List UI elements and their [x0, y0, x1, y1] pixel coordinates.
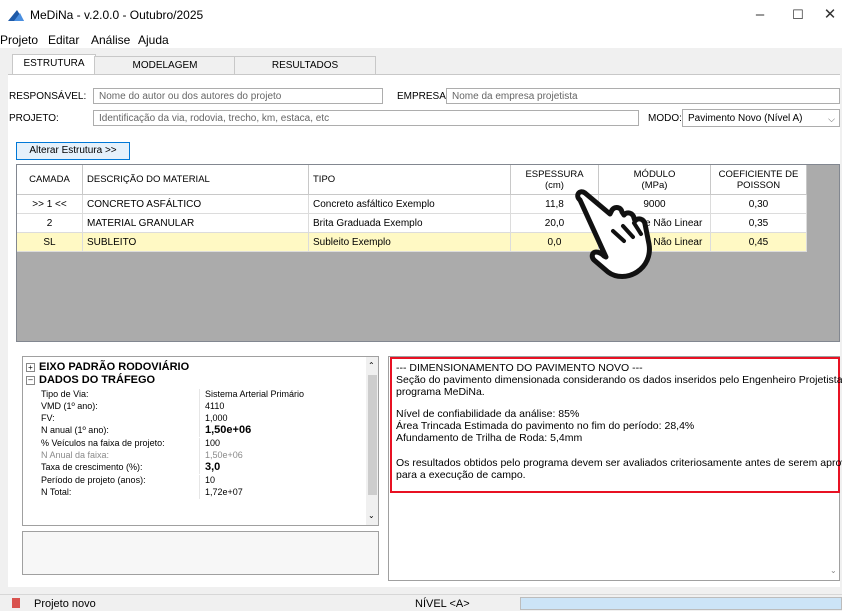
cell-poisson[interactable]: 0,30 [711, 195, 807, 214]
property-row[interactable]: Tipo de Via: Sistema Arterial Primário [23, 389, 366, 401]
col-header-tipo[interactable]: TIPO [309, 165, 511, 195]
projeto-input[interactable]: Identificação da via, rodovia, trecho, k… [93, 110, 639, 126]
results-line: para a execução de campo. [396, 469, 526, 481]
property-row[interactable]: N Total: 1,72e+07 [23, 487, 366, 499]
menu-bar: Projeto Editar Análise Ajuda [0, 30, 842, 48]
title-bar: MeDiNa - v.2.0.0 - Outubro/2025 – ☐ ✕ [0, 0, 842, 30]
modo-value: Pavimento Novo (Nível A) [688, 113, 803, 124]
close-button[interactable]: ✕ [814, 4, 842, 26]
property-description-box [22, 531, 379, 575]
modo-select[interactable]: Pavimento Novo (Nível A) ⌵ [682, 109, 840, 127]
property-grid: + EIXO PADRÃO RODOVIÁRIO – DADOS DO TRÁF… [22, 356, 379, 526]
modo-label: MODO: [648, 113, 682, 124]
results-line: --- DIMENSIONAMENTO DO PAVIMENTO NOVO --… [396, 362, 643, 374]
property-row[interactable]: Período de projeto (anos): 10 [23, 475, 366, 487]
window-title: MeDiNa - v.2.0.0 - Outubro/2025 [30, 8, 204, 22]
layers-table: CAMADA DESCRIÇÃO DO MATERIAL TIPO ESPESS… [16, 164, 840, 342]
cell-descricao[interactable]: CONCRETO ASFÁLTICO [83, 195, 309, 214]
property-row[interactable]: N Anual da faixa: 1,50e+06 [23, 450, 366, 462]
results-line: Afundamento de Trilha de Roda: 5,4mm [396, 432, 583, 444]
results-line: Os resultados obtidos pelo programa deve… [396, 457, 842, 469]
group-eixo-padrao[interactable]: EIXO PADRÃO RODOVIÁRIO [39, 361, 189, 373]
tab-estrutura[interactable]: ESTRUTURA [12, 54, 96, 76]
cell-tipo[interactable]: Concreto asfáltico Exemplo [309, 195, 511, 214]
results-scroll-down-icon[interactable]: ⌄ [830, 566, 837, 575]
results-line: programa MeDiNa. [396, 386, 485, 398]
status-level: NÍVEL <A> [415, 598, 470, 610]
cell-camada[interactable]: 2 [17, 214, 83, 233]
results-line: Área Trincada Estimada do pavimento no f… [396, 420, 695, 432]
property-row[interactable]: Taxa de crescimento (%): 3,0 [23, 462, 366, 474]
expand-plus-icon[interactable]: + [26, 363, 35, 372]
tab-modelagem[interactable]: MODELAGEM [94, 56, 236, 75]
chevron-down-icon: ⌵ [828, 114, 835, 124]
menu-ajuda[interactable]: Ajuda [138, 33, 169, 47]
cell-camada[interactable]: >> 1 << [17, 195, 83, 214]
maximize-button[interactable]: ☐ [782, 4, 814, 26]
col-header-poisson[interactable]: COEFICIENTE DE POISSON [711, 165, 807, 195]
collapse-minus-icon[interactable]: – [26, 376, 35, 385]
results-line: Seção do pavimento dimensionada consider… [396, 374, 842, 386]
group-dados-trafego[interactable]: DADOS DO TRÁFEGO [39, 374, 155, 386]
project-file-icon [12, 598, 20, 608]
property-grid-scrollbar[interactable]: ⌃ ⌄ [366, 357, 378, 525]
cell-tipo[interactable]: Subleito Exemplo [309, 233, 511, 252]
col-header-descricao[interactable]: DESCRIÇÃO DO MATERIAL [83, 165, 309, 195]
scroll-up-icon[interactable]: ⌃ [368, 361, 375, 370]
results-line: Nível de confiabilidade da análise: 85% [396, 408, 580, 420]
progress-bar [520, 597, 842, 610]
alterar-estrutura-button[interactable]: Alterar Estrutura >> [16, 142, 130, 160]
status-project: Projeto novo [34, 598, 96, 610]
menu-projeto[interactable]: Projeto [0, 33, 38, 47]
cell-descricao[interactable]: SUBLEITO [83, 233, 309, 252]
col-header-camada[interactable]: CAMADA [17, 165, 83, 195]
empresa-label: EMPRESA: [397, 91, 449, 102]
cell-poisson[interactable]: 0,35 [711, 214, 807, 233]
responsavel-input[interactable]: Nome do autor ou dos autores do projeto [93, 88, 383, 104]
property-row[interactable]: FV: 1,000 [23, 413, 366, 425]
property-row[interactable]: VMD (1º ano): 4110 [23, 401, 366, 413]
menu-analise[interactable]: Análise [91, 33, 130, 47]
cell-tipo[interactable]: Brita Graduada Exemplo [309, 214, 511, 233]
cell-poisson[interactable]: 0,45 [711, 233, 807, 252]
responsavel-label: RESPONSÁVEL: [9, 91, 87, 102]
cell-descricao[interactable]: MATERIAL GRANULAR [83, 214, 309, 233]
minimize-button[interactable]: – [744, 4, 776, 26]
tab-resultados[interactable]: RESULTADOS [234, 56, 376, 75]
menu-editar[interactable]: Editar [48, 33, 79, 47]
empresa-input[interactable]: Nome da empresa projetista [446, 88, 840, 104]
property-row[interactable]: % Veículos na faixa de projeto: 100 [23, 438, 366, 450]
app-logo-icon [8, 10, 24, 21]
cell-camada[interactable]: SL [17, 233, 83, 252]
projeto-label: PROJETO: [9, 113, 59, 124]
hand-pointer-icon [575, 189, 652, 279]
scroll-down-icon[interactable]: ⌄ [368, 511, 375, 520]
property-row[interactable]: N anual (1º ano): 1,50e+06 [23, 425, 366, 437]
scrollbar-thumb[interactable] [368, 375, 377, 495]
